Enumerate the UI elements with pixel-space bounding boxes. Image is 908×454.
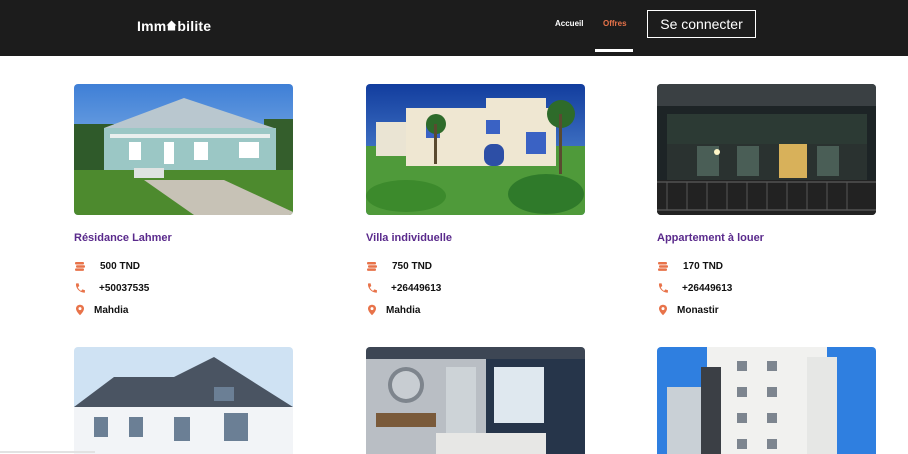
listing-card[interactable]	[366, 347, 586, 454]
coins-icon	[658, 262, 668, 271]
brand-suffix: bilite	[177, 18, 212, 34]
listing-photo[interactable]	[366, 347, 585, 454]
coins-icon	[75, 262, 85, 271]
active-tab-indicator	[595, 49, 633, 52]
nav-link-accueil[interactable]: Accueil	[555, 19, 583, 28]
phone-icon	[75, 283, 85, 293]
map-pin-icon	[368, 304, 376, 316]
map-pin-icon	[76, 304, 84, 316]
brand-prefix: Imm	[137, 18, 167, 34]
listing-phone[interactable]: +50037535	[99, 283, 149, 294]
brand-logo[interactable]: Imm bilite	[137, 18, 211, 34]
bottom-divider	[0, 451, 95, 453]
listing-title[interactable]: Appartement à louer	[657, 232, 764, 244]
listing-price: 500 TND	[100, 260, 141, 272]
price-row: 500 TND	[74, 260, 140, 272]
listing-photo[interactable]	[74, 84, 293, 215]
listing-title[interactable]: Villa individuelle	[366, 232, 452, 244]
listing-phone[interactable]: +26449613	[682, 283, 732, 294]
coins-icon	[367, 262, 377, 271]
listing-photo[interactable]	[657, 347, 876, 454]
phone-icon	[658, 283, 668, 293]
city-row: Mahdia	[74, 304, 128, 316]
listing-phone[interactable]: +26449613	[391, 283, 441, 294]
house-icon	[166, 19, 177, 31]
phone-row: +26449613	[657, 282, 732, 294]
listing-photo[interactable]	[366, 84, 585, 215]
top-navbar: Imm bilite Accueil Offres Se connecter	[0, 0, 908, 56]
listing-card[interactable]: Villa individuelle 750 TND +26449613 Mah…	[366, 84, 586, 316]
listing-card[interactable]: Appartement à louer 170 TND +26449613 Mo…	[657, 84, 877, 316]
price-row: 750 TND	[366, 260, 432, 272]
price-row: 170 TND	[657, 260, 723, 272]
listing-city: Monastir	[677, 304, 719, 316]
phone-row: +26449613	[366, 282, 441, 294]
listing-photo[interactable]	[657, 84, 876, 215]
nav-link-offres[interactable]: Offres	[603, 19, 627, 28]
listing-photo[interactable]	[74, 347, 293, 454]
listing-city: Mahdia	[386, 304, 421, 316]
map-pin-icon	[659, 304, 667, 316]
login-button[interactable]: Se connecter	[647, 10, 756, 38]
phone-row: +50037535	[74, 282, 149, 294]
listing-city: Mahdia	[94, 304, 129, 316]
listing-card[interactable]	[657, 347, 877, 454]
city-row: Mahdia	[366, 304, 420, 316]
listing-card[interactable]: Résidance Lahmer 500 TND +50037535 Mahdi…	[74, 84, 294, 316]
city-row: Monastir	[657, 304, 719, 316]
listing-title[interactable]: Résidance Lahmer	[74, 232, 172, 244]
phone-icon	[367, 283, 377, 293]
listing-price: 750 TND	[392, 260, 433, 272]
listing-price: 170 TND	[683, 260, 724, 272]
listing-card[interactable]	[74, 347, 294, 454]
